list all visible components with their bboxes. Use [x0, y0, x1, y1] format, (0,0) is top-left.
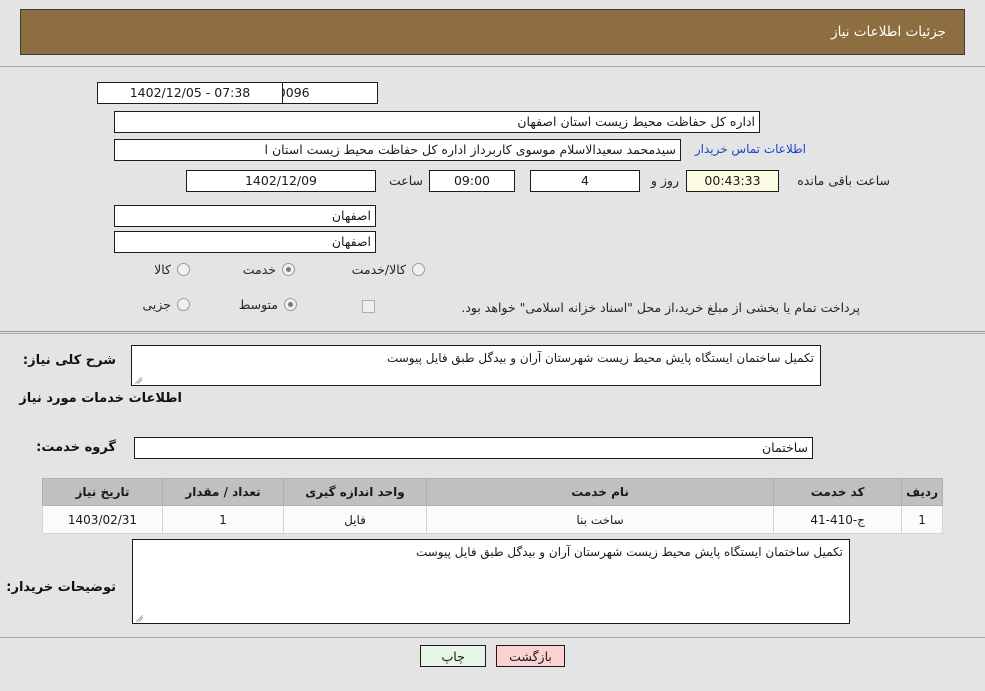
- announce-datetime-value: 1402/12/05 - 07:38: [97, 82, 283, 104]
- radio-category-kala[interactable]: [177, 263, 190, 276]
- category-option-kala-label: کالا: [154, 262, 171, 277]
- creator-value: سیدمحمد سعیدالاسلام موسوی کاربرداز اداره…: [114, 139, 681, 161]
- print-button[interactable]: چاپ: [420, 645, 487, 667]
- page-root: AriaTender.net جزئیات اطلاعات نیاز شماره…: [0, 0, 985, 691]
- deadline-time-value: 09:00: [429, 170, 515, 192]
- page-title: جزئیات اطلاعات نیاز: [831, 24, 946, 40]
- col-header-quantity: تعداد / مقدار: [162, 478, 284, 506]
- radio-category-khedmat[interactable]: [282, 263, 295, 276]
- window-title-bar: جزئیات اطلاعات نیاز: [20, 9, 965, 55]
- process-option-jozei[interactable]: جزیی: [142, 297, 190, 312]
- countdown-suffix-label: ساعت باقی مانده: [797, 173, 890, 188]
- cell-index: 1: [901, 505, 943, 534]
- cell-need-date: 1403/02/31: [42, 505, 163, 534]
- services-section-heading: اطلاعات خدمات مورد نیاز: [19, 391, 182, 406]
- cell-unit: فایل: [283, 505, 427, 534]
- general-description-label: شرح کلی نیاز:: [22, 353, 116, 368]
- col-header-index: ردیف: [901, 478, 943, 506]
- col-header-service-code: کد خدمت: [773, 478, 903, 506]
- category-option-khedmat[interactable]: خدمت: [243, 262, 295, 277]
- buyer-notes-textarea[interactable]: تکمیل ساختمان ایستگاه پایش محیط زیست شهر…: [132, 539, 850, 624]
- days-unit-label: روز و: [650, 173, 679, 188]
- delivery-province-value: اصفهان: [114, 205, 376, 227]
- cell-service-code: ج-410-41: [773, 505, 903, 534]
- resize-grip-icon[interactable]: [134, 373, 144, 385]
- radio-process-motavasset[interactable]: [284, 298, 297, 311]
- category-option-kala[interactable]: کالا: [154, 262, 190, 277]
- table-header-row: ردیف کد خدمت نام خدمت واحد اندازه گیری ت…: [42, 478, 943, 506]
- resize-grip-icon-notes[interactable]: [135, 611, 145, 623]
- category-option-kala-khedmat-label: کالا/خدمت: [351, 262, 406, 277]
- buyer-notes-label: توضیحات خریدار:: [6, 580, 116, 595]
- process-option-jozei-label: جزیی: [142, 297, 171, 312]
- treasury-bonds-note: پرداخت تمام یا بخشی از مبلغ خرید،از محل …: [461, 300, 860, 315]
- footer-actions: بازگشت چاپ: [0, 645, 985, 667]
- deadline-date-value: 1402/12/09: [186, 170, 376, 192]
- services-table: ردیف کد خدمت نام خدمت واحد اندازه گیری ت…: [42, 478, 943, 534]
- general-description-value: تکمیل ساختمان ایستگاه پایش محیط زیست شهر…: [386, 351, 814, 365]
- back-button[interactable]: بازگشت: [496, 645, 565, 667]
- countdown-value: 00:43:33: [686, 170, 779, 192]
- service-group-label: گروه خدمت:: [36, 440, 116, 455]
- process-option-motavasset-label: متوسط: [238, 297, 278, 312]
- col-header-service-name: نام خدمت: [425, 478, 775, 506]
- col-header-unit: واحد اندازه گیری: [283, 478, 427, 506]
- days-remaining-value: 4: [530, 170, 640, 192]
- deadline-hour-label: ساعت: [388, 173, 423, 188]
- category-option-khedmat-label: خدمت: [242, 262, 276, 277]
- radio-process-jozei[interactable]: [177, 298, 190, 311]
- treasury-bonds-checkbox[interactable]: [362, 300, 375, 313]
- process-option-motavasset[interactable]: متوسط: [239, 297, 297, 312]
- delivery-city-value: اصفهان: [114, 231, 376, 253]
- need-info-panel: [0, 66, 985, 332]
- service-group-value: ساختمان: [134, 437, 813, 459]
- table-row: 1 ج-410-41 ساخت بنا فایل 1 1403/02/31: [42, 505, 943, 534]
- buyer-contact-link[interactable]: اطلاعات تماس خریدار: [695, 142, 806, 156]
- general-description-textarea[interactable]: تکمیل ساختمان ایستگاه پایش محیط زیست شهر…: [131, 345, 821, 386]
- buyer-notes-value: تکمیل ساختمان ایستگاه پایش محیط زیست شهر…: [415, 545, 843, 559]
- radio-category-kala-khedmat[interactable]: [412, 263, 425, 276]
- col-header-need-date: تاریخ نیاز: [42, 478, 163, 506]
- cell-service-name: ساخت بنا: [425, 505, 775, 534]
- cell-quantity: 1: [162, 505, 284, 534]
- category-option-kala-khedmat[interactable]: کالا/خدمت: [352, 262, 425, 277]
- buyer-org-value: اداره کل حفاظت محیط زیست استان اصفهان: [114, 111, 760, 133]
